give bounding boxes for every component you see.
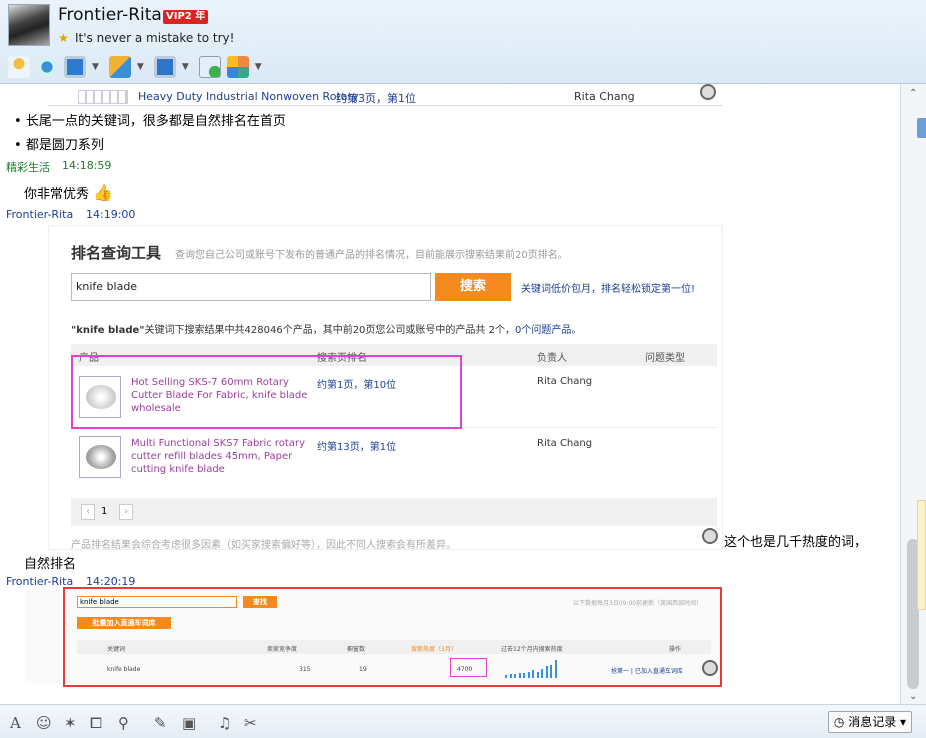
header-toolbar: ▼ ▼ ▼ ▼ (8, 54, 266, 80)
promo-link[interactable]: 关键词低价包月，排名轻松锁定第一位! (521, 280, 695, 295)
star-icon: ★ (58, 31, 69, 45)
zoom-icon[interactable] (702, 660, 718, 676)
thumbs-up-icon: 👍 (93, 183, 114, 202)
result-summary: "knife blade"关键词下搜索结果中共428046个产品，其中前20页您… (71, 325, 582, 336)
chat-message: 你非常优秀 👍 (24, 183, 114, 202)
column-header: 负责人 (537, 353, 567, 364)
font-icon[interactable]: A (10, 714, 21, 732)
product-title: Heavy Duty Industrial Nonwoven Rotary (138, 90, 359, 103)
rank-tool-title: 排名查询工具 (71, 244, 162, 262)
rank-tool-desc: 查询您自己公司或账号下发布的普通产品的排名情况，目前能展示搜索结果前20页排名。 (175, 250, 568, 261)
rank-text: 约第13页，第1位 (317, 442, 397, 453)
sender-name: Frontier-Rita (6, 208, 74, 221)
avatar[interactable] (8, 4, 50, 46)
scroll-down-icon[interactable]: ⌄ (909, 691, 917, 702)
edit-icon[interactable]: ✎ (154, 714, 167, 732)
chat-scrollbar[interactable]: ⌃ ⌄ (900, 84, 926, 704)
rank-search-button[interactable]: 搜索 (435, 273, 511, 301)
zoom-icon[interactable] (700, 84, 716, 100)
timestamp: 14:19:00 (86, 208, 136, 221)
highlight-box (63, 587, 722, 687)
product-thumbnail (79, 436, 121, 478)
vip-badge: VIP2 年 (163, 10, 209, 24)
highlight-box (450, 658, 487, 677)
page-number[interactable]: 1 (101, 506, 107, 517)
owner-text: Rita Chang (574, 90, 635, 103)
side-panel-tab[interactable] (917, 118, 926, 138)
screenshot-snippet-top: Heavy Duty Industrial Nonwoven Rotary 约第… (48, 84, 723, 106)
video-icon[interactable] (36, 56, 58, 78)
owner-text: Rita Chang (537, 376, 593, 387)
sender-name: 精彩生活 (6, 161, 50, 174)
product-thumbnail (78, 90, 128, 104)
mic-icon[interactable] (8, 56, 30, 78)
chevron-down-icon[interactable]: ▼ (92, 62, 99, 72)
image-icon[interactable]: ▣ (182, 714, 196, 732)
rank-search-input[interactable]: knife blade (71, 273, 431, 301)
chevron-down-icon[interactable]: ▼ (182, 62, 189, 72)
input-toolbar: A ☺ ✶ ⧠ ⚲ ✎ ▣ ♫ ✂ ◷ 消息记录 ▾ (0, 704, 926, 738)
screenshot-icon[interactable]: ⧠ (90, 714, 102, 732)
timestamp: 14:18:59 (62, 159, 112, 172)
chevron-down-icon[interactable]: ▼ (255, 62, 262, 72)
prev-page-button[interactable]: ‹ (81, 504, 95, 520)
chat-message: 这个也是几千热度的词， (724, 535, 868, 550)
chat-bullet-1: • 长尾一点的关键词，很多都是自然排名在首页 (14, 114, 286, 129)
scissors-icon[interactable]: ✂ (244, 714, 257, 732)
username: Frontier-Rita (58, 5, 162, 25)
side-panel-note (917, 500, 926, 610)
magic-icon[interactable]: ✶ (64, 714, 77, 732)
file-transfer-icon[interactable] (108, 56, 131, 78)
scroll-up-icon[interactable]: ⌃ (909, 88, 917, 99)
table-row: Multi Functional SKS7 Fabric rotary cutt… (71, 428, 717, 494)
owner-text: Rita Chang (537, 438, 593, 449)
zoom-icon[interactable] (702, 528, 718, 544)
screen-share-icon[interactable] (64, 56, 86, 78)
product-link[interactable]: Multi Functional SKS7 Fabric rotary cutt… (131, 437, 315, 476)
column-header: 问题类型 (645, 353, 685, 364)
pagination: ‹ 1 › (71, 498, 717, 526)
next-page-button[interactable]: › (119, 504, 133, 520)
music-icon[interactable]: ♫ (218, 714, 231, 732)
voice-icon[interactable]: ⚲ (118, 714, 129, 732)
chat-header: Frontier-Rita VIP2 年 ★ It's never a mist… (0, 0, 926, 84)
chat-window: Frontier-Rita VIP2 年 ★ It's never a mist… (0, 0, 926, 738)
chevron-down-icon[interactable]: ▼ (137, 62, 144, 72)
message-history-button[interactable]: ◷ 消息记录 ▾ (828, 711, 912, 733)
chat-message: 自然排名 (24, 557, 77, 572)
chat-bullet-2: • 都是圆刀系列 (14, 138, 104, 153)
add-chat-icon[interactable] (198, 56, 221, 78)
remote-assist-icon[interactable] (153, 56, 176, 78)
highlight-box (71, 355, 462, 429)
rank-text: 约第3页，第1位 (336, 92, 416, 105)
rank-note: 产品排名结果会综合考虑很多因素（如买家搜索偏好等），因此不同人搜索会有所差异。 (71, 540, 456, 551)
emoji-icon[interactable]: ☺ (36, 714, 52, 732)
motto: It's never a mistake to try! (75, 31, 235, 45)
apps-icon[interactable] (226, 56, 249, 78)
